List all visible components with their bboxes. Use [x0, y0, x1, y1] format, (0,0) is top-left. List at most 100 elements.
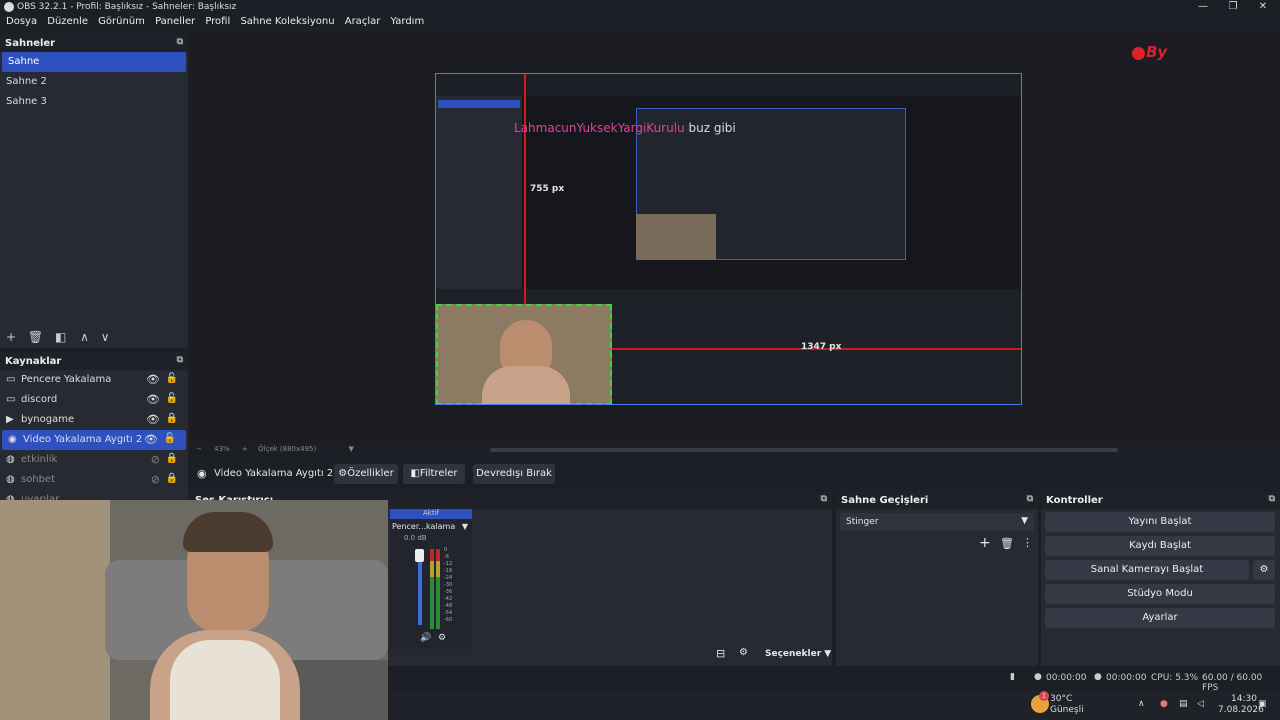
clock-time[interactable]: 14:30: [1231, 694, 1257, 704]
source-label: discord: [21, 394, 58, 405]
clock-date[interactable]: 7.08.2026: [1218, 705, 1264, 715]
transitions-header: Sahne Geçişleri ⧉: [836, 491, 1038, 509]
tank-top-shape: [170, 640, 280, 720]
window-title: OBS 32.2.1 - Profil: Başlıksız - Sahnele…: [17, 2, 237, 12]
speaker-icon[interactable]: 🔊: [420, 633, 431, 643]
eye-icon[interactable]: 👁: [146, 373, 160, 386]
window-icon: ▭: [6, 374, 16, 385]
scene-item[interactable]: Sahne: [2, 52, 186, 72]
channel-label: Pencer...kalama: [392, 522, 456, 531]
menu-docks[interactable]: Paneller: [155, 16, 195, 27]
transition-select[interactable]: Stinger ▼: [840, 513, 1034, 531]
source-item[interactable]: ◉ Video Yakalama Aygıtı 2 👁 🔓: [2, 430, 186, 450]
channel-name[interactable]: Pencer...kalama ▼: [390, 519, 472, 534]
unlock-icon[interactable]: 🔓: [166, 393, 178, 404]
properties-button[interactable]: ⚙Özellikler: [334, 464, 398, 484]
studio-mode-button[interactable]: Stüdyo Modu: [1045, 584, 1275, 604]
maximize-button[interactable]: ❐: [1218, 0, 1248, 14]
menu-help[interactable]: Yardım: [391, 16, 425, 27]
horizontal-scrollbar[interactable]: [490, 448, 1118, 452]
settings-icon[interactable]: ⚙: [438, 633, 446, 643]
start-streaming-button[interactable]: Yayını Başlat: [1045, 512, 1275, 532]
zoom-in-icon[interactable]: +: [242, 445, 248, 453]
float-icon[interactable]: ⧉: [177, 37, 183, 47]
menu-scene-collection[interactable]: Sahne Koleksiyonu: [240, 16, 334, 27]
preview-canvas[interactable]: LahmacunYuksekYargiKurulu buz gibi 755 p…: [435, 73, 1022, 405]
move-down-icon[interactable]: ∨: [101, 330, 110, 344]
more-icon[interactable]: ⋮: [1022, 536, 1033, 549]
lock-icon[interactable]: 🔒: [166, 473, 178, 484]
eye-icon[interactable]: 👁: [146, 393, 160, 406]
volume-slider-handle[interactable]: [415, 549, 424, 562]
menu-tools[interactable]: Araçlar: [345, 16, 381, 27]
trash-icon[interactable]: 🗑: [1000, 537, 1014, 550]
menu-edit[interactable]: Düzenle: [47, 16, 88, 27]
notifications-icon[interactable]: ▣: [1258, 699, 1267, 709]
deactivate-button[interactable]: Devredışı Bırak: [473, 464, 555, 484]
eye-icon[interactable]: 👁: [144, 433, 158, 446]
meter-scale: 0 -6 -12 -18 -24 -30 -36 -42 -48 -54 -60: [444, 547, 452, 624]
gear-icon[interactable]: ⚙: [1253, 560, 1275, 580]
eye-off-icon[interactable]: ⊘: [151, 473, 160, 486]
trash-icon[interactable]: 🗑: [28, 330, 43, 344]
source-item[interactable]: ◍ sohbet ⊘ 🔒: [0, 470, 188, 490]
add-icon[interactable]: +: [6, 330, 16, 344]
source-item[interactable]: ◍ etkinlik ⊘ 🔒: [0, 450, 188, 470]
zoom-out-icon[interactable]: −: [196, 445, 202, 453]
filter-icon[interactable]: ◧: [55, 330, 66, 344]
scene-item[interactable]: Sahne 2: [0, 72, 188, 92]
unlock-icon[interactable]: 🔓: [166, 373, 178, 384]
float-icon[interactable]: ⧉: [1269, 494, 1275, 504]
close-button[interactable]: ✕: [1248, 0, 1278, 14]
source-item[interactable]: ▶ bynogame 👁 🔒: [0, 410, 188, 430]
source-label: bynogame: [21, 414, 75, 425]
sources-title: Kaynaklar: [5, 356, 62, 367]
float-icon[interactable]: ⧉: [177, 355, 183, 365]
speaker-icon[interactable]: ◁: [1197, 699, 1204, 709]
overlay-text-white: buz gibi: [688, 121, 736, 135]
source-item[interactable]: ▭ discord 👁 🔓: [0, 390, 188, 410]
scene-item[interactable]: Sahne 3: [0, 92, 188, 112]
start-recording-button[interactable]: Kaydı Başlat: [1045, 536, 1275, 556]
badge-text: By: [1146, 43, 1168, 61]
menu-file[interactable]: Dosya: [6, 16, 37, 27]
window-titlebar: OBS 32.2.1 - Profil: Başlıksız - Sahnele…: [0, 0, 1280, 14]
unlock-icon[interactable]: 🔓: [164, 433, 176, 444]
options-button[interactable]: Seçenekler ▼: [765, 649, 831, 659]
move-up-icon[interactable]: ∧: [80, 330, 89, 344]
settings-button[interactable]: Ayarlar: [1045, 608, 1275, 628]
scenes-title: Sahneler: [5, 38, 56, 49]
play-icon: ▶: [6, 414, 14, 425]
eye-icon[interactable]: 👁: [146, 413, 160, 426]
source-toolbar: ◉ Video Yakalama Aygıtı 2 ⚙Özellikler ◧F…: [188, 462, 1280, 486]
eye-off-icon[interactable]: ⊘: [151, 453, 160, 466]
gear-icon[interactable]: ⚙: [739, 647, 748, 658]
scale-label: Ölçek (880x495): [258, 445, 317, 453]
add-icon[interactable]: +: [979, 535, 991, 551]
selected-source-box[interactable]: [436, 304, 612, 404]
filters-button[interactable]: ◧Filtreler: [403, 464, 465, 484]
meter-tick: -12: [444, 561, 453, 567]
chevron-up-icon[interactable]: ∧: [1138, 699, 1145, 709]
meter-tick: 0: [444, 547, 448, 553]
level-meter-left: [430, 549, 434, 629]
layout-icon[interactable]: ⊟: [716, 647, 725, 660]
menu-profile[interactable]: Profil: [205, 16, 230, 27]
minimize-button[interactable]: —: [1188, 0, 1218, 14]
meter-tick: -6: [444, 554, 449, 560]
source-item[interactable]: ▭ Pencere Yakalama 👁 🔓: [0, 370, 188, 390]
webcam-overlay: [0, 500, 388, 720]
lock-icon[interactable]: 🔒: [166, 413, 178, 424]
properties-label: Özellikler: [347, 468, 394, 479]
menu-view[interactable]: Görünüm: [98, 16, 145, 27]
record-icon: ●: [1094, 672, 1102, 682]
float-icon[interactable]: ⧉: [1027, 494, 1033, 504]
meter-tick: -48: [444, 603, 453, 609]
network-icon[interactable]: ▤: [1179, 699, 1188, 709]
lock-icon[interactable]: 🔒: [166, 453, 178, 464]
meter-tick: -60: [444, 617, 453, 623]
chevron-down-icon[interactable]: ▼: [348, 445, 353, 453]
start-virtual-camera-button[interactable]: Sanal Kamerayı Başlat: [1045, 560, 1249, 580]
float-icon[interactable]: ⧉: [821, 494, 827, 504]
microphone-icon[interactable]: ●: [1160, 699, 1168, 709]
